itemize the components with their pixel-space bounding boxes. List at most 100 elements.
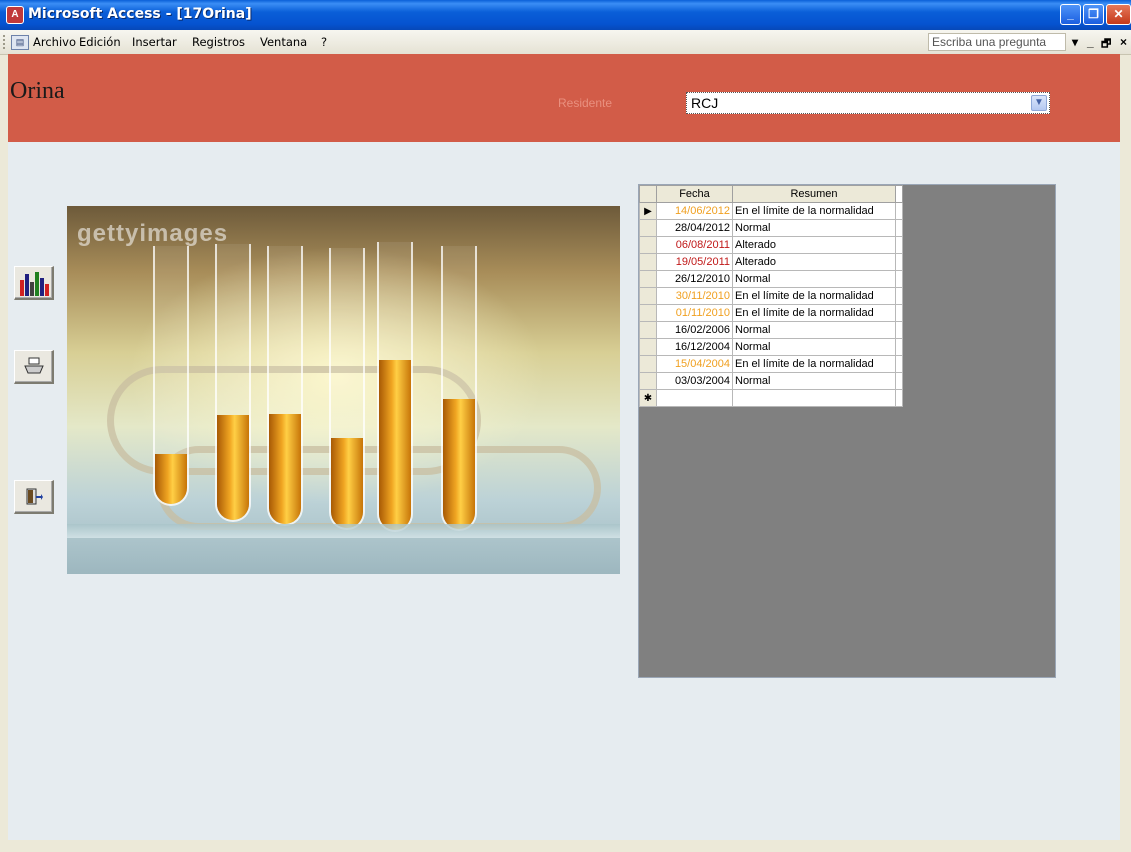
column-header-fecha[interactable]: Fecha	[656, 185, 733, 203]
fecha-cell[interactable]: 16/12/2004	[656, 338, 733, 356]
table-row[interactable]: ▶ 14/06/2012 En el límite de la normalidad	[639, 202, 903, 220]
resumen-cell[interactable]: En el límite de la normalidad	[732, 202, 896, 220]
menu-ventana[interactable]: Ventana	[260, 35, 307, 49]
form-header: Orina Residente RCJ ▼	[8, 54, 1120, 142]
table-row[interactable]: 03/03/2004 Normal	[639, 372, 903, 390]
title-bar: A Microsoft Access - [17Orina] _ ❐ ✕	[0, 0, 1131, 30]
row-tail	[895, 270, 903, 288]
row-tail	[895, 253, 903, 271]
column-header-tail	[895, 185, 903, 203]
test-tube	[215, 244, 251, 522]
print-button[interactable]	[14, 350, 54, 384]
minimize-button[interactable]: _	[1060, 4, 1081, 25]
fecha-cell[interactable]: 06/08/2011	[656, 236, 733, 254]
chevron-down-icon[interactable]: ▼	[1031, 95, 1047, 111]
ask-question-input[interactable]: Escriba una pregunta	[928, 33, 1066, 51]
chart-button[interactable]	[14, 266, 54, 300]
resumen-cell[interactable]: En el límite de la normalidad	[732, 287, 896, 305]
doc-restore-button[interactable]: 🗗	[1101, 35, 1111, 54]
fecha-cell[interactable]	[656, 389, 733, 407]
resumen-cell[interactable]: Alterado	[732, 236, 896, 254]
results-datasheet: Fecha Resumen ▶ 14/06/2012 En el límite de…	[639, 185, 903, 407]
menu-bar: ▤ Archivo Edición Insertar Registros Ven…	[0, 30, 1131, 55]
record-selector[interactable]	[639, 219, 657, 237]
select-all-cell[interactable]	[639, 185, 657, 203]
form-icon[interactable]: ▤	[11, 35, 29, 50]
resumen-cell[interactable]: En el límite de la normalidad	[732, 304, 896, 322]
resumen-cell[interactable]: Normal	[732, 338, 896, 356]
resumen-cell[interactable]: Normal	[732, 372, 896, 390]
table-row[interactable]: 26/12/2010 Normal	[639, 270, 903, 288]
record-selector[interactable]	[639, 321, 657, 339]
row-tail	[895, 219, 903, 237]
close-button[interactable]: ✕	[1106, 4, 1131, 25]
restore-button[interactable]: ❐	[1083, 4, 1104, 25]
row-tail	[895, 304, 903, 322]
resident-label: Residente	[558, 96, 613, 110]
menu-edicion[interactable]: Edición	[79, 35, 121, 49]
record-selector[interactable]	[639, 236, 657, 254]
test-tube	[377, 242, 413, 532]
row-tail	[895, 389, 903, 407]
record-selector[interactable]: ▶	[639, 202, 657, 220]
menu-registros[interactable]: Registros	[192, 35, 245, 49]
results-subform: Fecha Resumen ▶ 14/06/2012 En el límite de…	[638, 184, 1056, 678]
toolbar-grip[interactable]	[3, 35, 8, 49]
table-row[interactable]: 06/08/2011 Alterado	[639, 236, 903, 254]
row-tail	[895, 287, 903, 305]
table-row[interactable]: 28/04/2012 Normal	[639, 219, 903, 237]
resumen-cell[interactable]: En el límite de la normalidad	[732, 355, 896, 373]
print-icon	[24, 357, 44, 374]
menu-insertar[interactable]: Insertar	[132, 35, 177, 49]
glass-shelf	[67, 524, 620, 538]
table-row[interactable]: 16/02/2006 Normal	[639, 321, 903, 339]
table-row[interactable]: 15/04/2004 En el límite de la normalidad	[639, 355, 903, 373]
new-record-row[interactable]: ✱	[639, 389, 903, 407]
column-header-resumen[interactable]: Resumen	[732, 185, 896, 203]
photo-watermark: gettyimages	[77, 220, 229, 247]
menu-archivo[interactable]: Archivo	[33, 35, 76, 49]
fecha-cell[interactable]: 14/06/2012	[656, 202, 733, 220]
fecha-cell[interactable]: 15/04/2004	[656, 355, 733, 373]
chevron-down-icon[interactable]: ▾	[1072, 35, 1078, 49]
access-icon[interactable]: A	[6, 6, 24, 24]
fecha-cell[interactable]: 16/02/2006	[656, 321, 733, 339]
table-row[interactable]: 16/12/2004 Normal	[639, 338, 903, 356]
table-row[interactable]: 19/05/2011 Alterado	[639, 253, 903, 271]
urine-test-tubes-photo: gettyimages	[67, 206, 620, 574]
record-selector[interactable]	[639, 304, 657, 322]
resident-combobox[interactable]: RCJ ▼	[686, 92, 1050, 114]
row-tail	[895, 372, 903, 390]
fecha-cell[interactable]: 03/03/2004	[656, 372, 733, 390]
resumen-cell[interactable]: Normal	[732, 219, 896, 237]
table-row[interactable]: 30/11/2010 En el límite de la normalidad	[639, 287, 903, 305]
record-selector[interactable]	[639, 253, 657, 271]
resumen-cell[interactable]: Alterado	[732, 253, 896, 271]
row-tail	[895, 202, 903, 220]
row-tail	[895, 236, 903, 254]
record-selector[interactable]	[639, 338, 657, 356]
fecha-cell[interactable]: 01/11/2010	[656, 304, 733, 322]
resumen-cell[interactable]: Normal	[732, 270, 896, 288]
doc-minimize-button[interactable]: _	[1087, 35, 1094, 49]
table-row[interactable]: 01/11/2010 En el límite de la normalidad	[639, 304, 903, 322]
record-selector[interactable]	[639, 372, 657, 390]
doc-close-button[interactable]: ×	[1120, 35, 1127, 49]
row-tail	[895, 355, 903, 373]
menu-help[interactable]: ?	[321, 35, 327, 49]
record-selector[interactable]	[639, 287, 657, 305]
fecha-cell[interactable]: 19/05/2011	[656, 253, 733, 271]
fecha-cell[interactable]: 28/04/2012	[656, 219, 733, 237]
fecha-cell[interactable]: 26/12/2010	[656, 270, 733, 288]
exit-door-icon	[26, 488, 43, 505]
record-selector[interactable]	[639, 355, 657, 373]
test-tube	[153, 246, 189, 506]
window-title: Microsoft Access - [17Orina]	[28, 6, 252, 22]
resumen-cell[interactable]	[732, 389, 896, 407]
record-selector[interactable]	[639, 270, 657, 288]
new-record-icon[interactable]: ✱	[639, 389, 657, 407]
exit-button[interactable]	[14, 480, 54, 514]
row-tail	[895, 321, 903, 339]
fecha-cell[interactable]: 30/11/2010	[656, 287, 733, 305]
resumen-cell[interactable]: Normal	[732, 321, 896, 339]
